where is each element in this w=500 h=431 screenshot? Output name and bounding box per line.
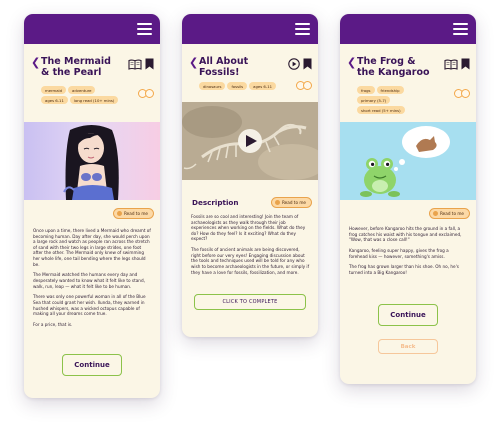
story-title: All About Fossils! — [199, 56, 249, 78]
description-paragraph: The fossils of ancient animals are being… — [191, 247, 310, 275]
top-bar — [24, 14, 160, 44]
story-header: ❮ The Mermaid & the Pearl mermaid advent… — [24, 44, 160, 122]
tag[interactable]: primary (5-7) — [357, 96, 391, 104]
read-to-me-button[interactable]: Read to me — [270, 197, 312, 208]
click-to-complete-button[interactable]: CLICK TO COMPLETE — [194, 294, 306, 310]
story-paragraph: The Mermaid watched the humans every day… — [33, 272, 145, 289]
story-title: The Mermaid & the Pearl — [41, 56, 111, 78]
tag[interactable]: ages 6-11 — [249, 82, 277, 90]
back-arrow-icon[interactable]: ❮ — [31, 56, 40, 69]
description-paragraph: Fossils are so cool and interesting! Joi… — [191, 214, 306, 242]
read-to-me-button[interactable]: Read to me — [112, 208, 154, 219]
phone-screen-fossils: ❮ All About Fossils! dinosaurs fossils a… — [182, 14, 318, 337]
progress-toggles[interactable] — [296, 81, 312, 90]
speaker-icon — [116, 211, 122, 216]
phone-screen-mermaid: ❮ The Mermaid & the Pearl mermaid advent… — [24, 14, 160, 398]
bookmark-icon[interactable] — [461, 58, 470, 70]
story-paragraph: The frog has grown larger than his shoe.… — [349, 264, 459, 275]
fossil-video-thumbnail[interactable] — [182, 102, 318, 180]
tag-list: dinosaurs fossils ages 6-11 — [199, 82, 279, 90]
story-paragraph: However, before Kangaroo hits the ground… — [349, 226, 462, 243]
tag[interactable]: friendship — [376, 86, 404, 94]
tag[interactable]: mermaid — [41, 86, 67, 94]
hamburger-menu-icon[interactable] — [295, 23, 310, 35]
back-arrow-icon[interactable]: ❮ — [347, 56, 356, 69]
read-to-me-label: Read to me — [439, 211, 464, 216]
story-paragraph: There was only one powerful woman in all… — [33, 294, 146, 317]
header-icons — [444, 58, 470, 70]
speaker-icon — [274, 200, 280, 205]
mermaid-illustration — [24, 122, 160, 200]
toggle-dot — [461, 89, 470, 98]
read-to-me-button[interactable]: Read to me — [428, 208, 470, 219]
story-paragraph: For a price, that is. — [33, 321, 73, 327]
story-text: Once upon a time, there lived a Mermaid … — [33, 228, 152, 333]
story-title: The Frog & the Kangaroo — [357, 56, 430, 78]
continue-button[interactable]: Continue — [62, 354, 122, 376]
tag[interactable]: ages 6-11 — [41, 96, 68, 104]
progress-toggles[interactable] — [454, 89, 470, 98]
continue-button[interactable]: Continue — [378, 304, 438, 326]
tag[interactable]: adventure — [68, 86, 96, 94]
read-to-me-label: Read to me — [281, 200, 306, 205]
story-header: ❮ The Frog & the Kangaroo frogs friendsh… — [340, 44, 476, 122]
tag[interactable]: fossils — [227, 82, 248, 90]
story-paragraph: Once upon a time, there lived a Mermaid … — [33, 228, 151, 267]
bookmark-icon[interactable] — [303, 58, 312, 70]
hamburger-menu-icon[interactable] — [137, 23, 152, 35]
description-text: Fossils are so cool and interesting! Joi… — [191, 214, 310, 280]
header-icons — [128, 58, 154, 70]
bookmark-icon[interactable] — [145, 58, 154, 70]
speaker-icon — [432, 211, 438, 216]
story-text: However, before Kangaroo hits the ground… — [349, 226, 468, 281]
tag-list: frogs friendship primary (5-7) short rea… — [357, 86, 437, 114]
toggle-dot — [303, 81, 312, 90]
header-icons — [288, 58, 312, 70]
back-arrow-icon[interactable]: ❮ — [189, 56, 198, 69]
tag[interactable]: dinosaurs — [199, 82, 226, 90]
progress-toggles[interactable] — [138, 89, 154, 98]
story-paragraph: Kangaroo, feeling super happy, gives the… — [349, 247, 449, 259]
top-bar — [182, 14, 318, 44]
book-icon[interactable] — [444, 59, 458, 70]
back-button[interactable]: Back — [378, 339, 438, 354]
tag[interactable]: short read (5+ mins) — [357, 106, 405, 114]
hamburger-menu-icon[interactable] — [453, 23, 468, 35]
phone-screen-frog: ❮ The Frog & the Kangaroo frogs friendsh… — [340, 14, 476, 384]
tag[interactable]: frogs — [357, 86, 375, 94]
tag[interactable]: long read (10+ mins) — [69, 96, 119, 104]
book-icon[interactable] — [128, 59, 142, 70]
play-icon[interactable] — [288, 58, 300, 70]
top-bar — [340, 14, 476, 44]
description-heading: Description — [192, 198, 239, 207]
tag-list: mermaid adventure ages 6-11 long read (1… — [41, 86, 121, 104]
read-to-me-label: Read to me — [123, 211, 148, 216]
frog-illustration — [340, 122, 476, 200]
toggle-dot — [145, 89, 154, 98]
